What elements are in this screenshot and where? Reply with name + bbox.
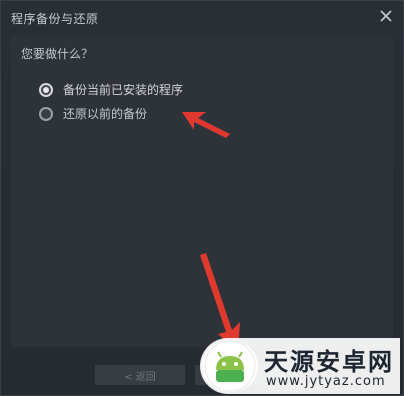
radio-dot bbox=[43, 86, 49, 93]
window-title: 程序备份与还原 bbox=[11, 12, 99, 26]
title-bar: 程序备份与还原 bbox=[1, 1, 403, 35]
question-label: 您要做什么？ bbox=[21, 47, 94, 61]
radio-button-checked[interactable] bbox=[39, 82, 53, 97]
option-label-restore: 还原以前的备份 bbox=[63, 107, 148, 121]
next-button[interactable] bbox=[195, 365, 285, 385]
radio-button-unchecked[interactable] bbox=[39, 106, 53, 121]
dialog-window: 程序备份与还原 您要做什么？ 备份当前已安装的程序 还原以前的备份 < 返回 bbox=[0, 0, 404, 396]
close-icon bbox=[380, 10, 392, 22]
back-button[interactable]: < 返回 bbox=[95, 365, 185, 385]
radio-option-restore[interactable]: 还原以前的备份 bbox=[39, 105, 147, 122]
radio-option-backup[interactable]: 备份当前已安装的程序 bbox=[39, 81, 183, 98]
footer-bar: < 返回 bbox=[1, 351, 403, 396]
option-label-backup: 备份当前已安装的程序 bbox=[63, 83, 184, 97]
close-button[interactable] bbox=[375, 5, 397, 27]
